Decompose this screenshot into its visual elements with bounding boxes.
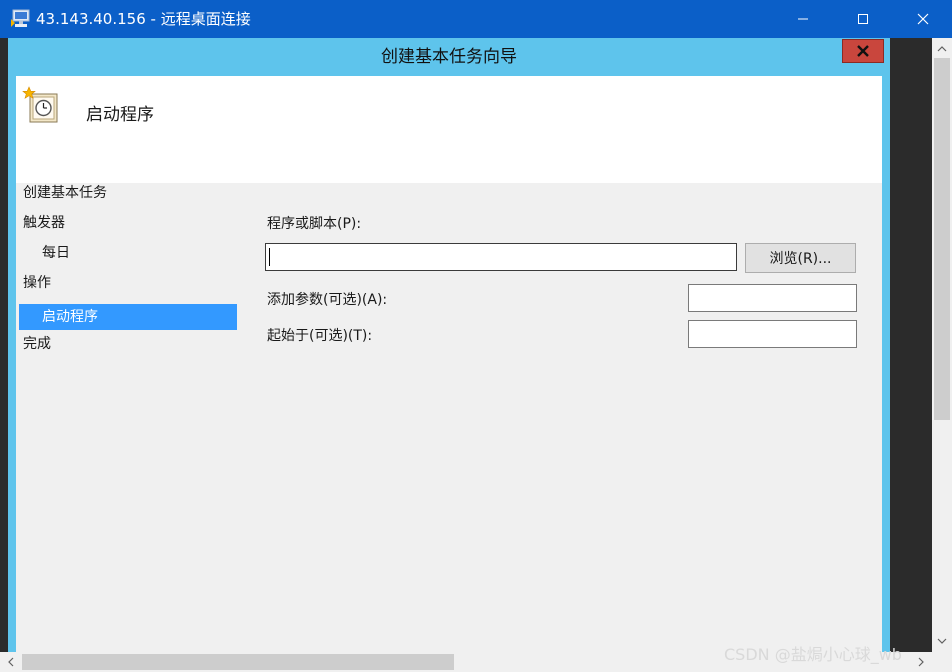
arguments-input[interactable]	[688, 284, 857, 312]
minimize-button[interactable]	[780, 0, 826, 38]
browse-button[interactable]: 浏览(R)...	[745, 243, 856, 273]
vertical-scroll-thumb[interactable]	[934, 58, 950, 420]
text-caret	[269, 248, 270, 266]
close-icon	[917, 13, 929, 25]
window-title: 43.143.40.156 - 远程桌面连接	[36, 10, 251, 28]
scrollbar-corner	[932, 652, 952, 672]
nav-item-trigger[interactable]: 触发器	[23, 213, 65, 233]
create-basic-task-wizard: 创建基本任务向导 启动程序 创建基本任务 触发器 每日 操作 启动程序 完成 程…	[8, 38, 890, 652]
remote-desktop-edge	[0, 38, 8, 652]
scroll-up-arrow-icon[interactable]	[932, 40, 952, 58]
nav-item-action[interactable]: 操作	[23, 273, 51, 293]
nav-item-finish[interactable]: 完成	[23, 334, 51, 354]
horizontal-scroll-thumb[interactable]	[22, 654, 454, 670]
page-title: 启动程序	[86, 105, 154, 125]
start-in-label: 起始于(可选)(T):	[267, 328, 373, 344]
scroll-right-arrow-icon[interactable]	[912, 652, 930, 672]
dialog-close-button[interactable]	[842, 39, 884, 63]
program-label: 程序或脚本(P):	[267, 216, 362, 232]
nav-item-start-program[interactable]: 启动程序	[19, 304, 237, 330]
nav-item-create-basic-task[interactable]: 创建基本任务	[23, 183, 107, 203]
dialog-client-area: 启动程序 创建基本任务 触发器 每日 操作 启动程序 完成 程序或脚本(P): …	[16, 76, 882, 652]
scroll-down-arrow-icon[interactable]	[932, 632, 952, 650]
remote-desktop-icon	[10, 9, 32, 29]
nav-item-daily[interactable]: 每日	[42, 243, 70, 263]
minimize-icon	[798, 18, 808, 20]
vertical-scrollbar[interactable]	[932, 38, 952, 652]
remote-desktop-background	[890, 38, 932, 652]
rdp-title-bar[interactable]: 43.143.40.156 - 远程桌面连接	[0, 0, 952, 38]
close-button[interactable]	[900, 0, 946, 38]
dialog-title: 创建基本任务向导	[381, 47, 517, 67]
maximize-icon	[858, 14, 868, 24]
scheduled-task-clock-icon	[22, 86, 58, 124]
close-icon	[857, 45, 869, 57]
program-script-input[interactable]	[265, 243, 737, 271]
maximize-button[interactable]	[840, 0, 886, 38]
watermark-text: CSDN @盐焗小心球_wb	[724, 645, 902, 664]
wizard-header: 启动程序	[16, 76, 882, 183]
arguments-label: 添加参数(可选)(A):	[267, 292, 388, 308]
scroll-left-arrow-icon[interactable]	[2, 652, 20, 672]
start-in-input[interactable]	[688, 320, 857, 348]
